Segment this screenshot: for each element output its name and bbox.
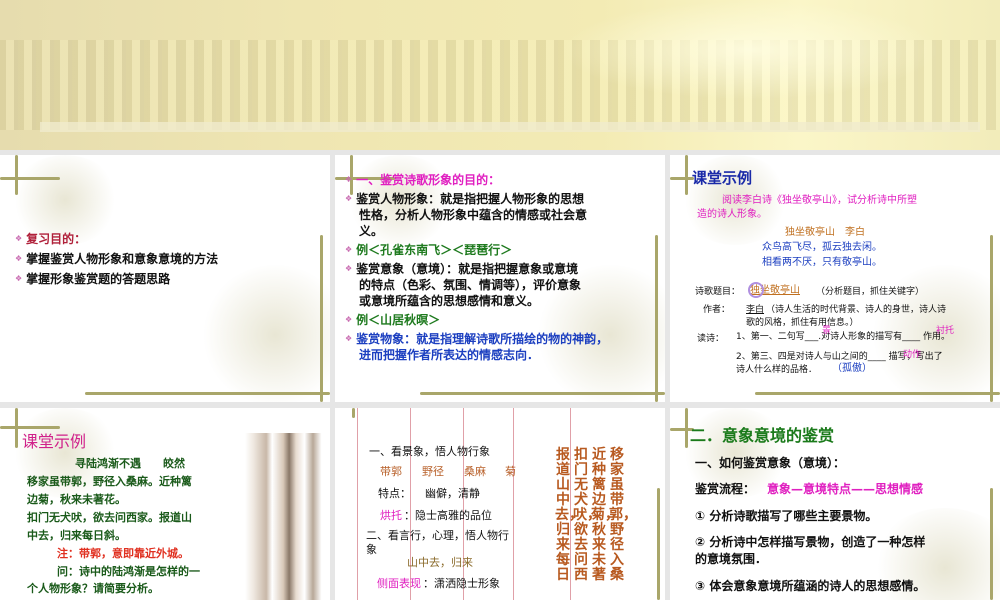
label: 读诗： bbox=[697, 334, 725, 344]
bullet: 复习目的： bbox=[15, 231, 86, 247]
bullet: 鉴赏人物形象：就是指把握人物形象的思想 bbox=[345, 191, 584, 207]
label: 鉴赏流程： bbox=[695, 482, 756, 496]
question: 1、第一、二句写___.对诗人形象的描写有____ 作用。 bbox=[736, 332, 950, 342]
poem-line: 扣门无犬吠，欲去问西家。报道山 bbox=[27, 511, 192, 524]
vertical-poem-column: 报道山中去，归来每日 bbox=[555, 447, 583, 583]
question: 个人物形象？请简要分析。 bbox=[27, 582, 159, 595]
bullet-cont: 性格，分析人物形象中蕴含的情感或社会意 bbox=[359, 208, 588, 222]
bullet-cont: 义。 bbox=[359, 224, 384, 238]
bullet: 例＜孔雀东南飞＞＜琵琶行＞ bbox=[345, 242, 512, 258]
side-text: ：潇洒隐士形象 bbox=[423, 577, 500, 590]
bullet: 掌握形象鉴赏题的答题思路 bbox=[15, 271, 170, 287]
answer: 动作 bbox=[903, 350, 922, 360]
flow: 意象—意境特点——思想情感 bbox=[767, 482, 924, 496]
label: 特点： bbox=[378, 487, 411, 500]
slide-thumbnail-2[interactable]: 一、鉴赏诗歌形象的目的： 鉴赏人物形象：就是指把握人物形象的思想 性格，分析人物… bbox=[335, 155, 665, 402]
image-word: 野径 bbox=[422, 465, 444, 478]
bullet-cont: 进而把握作者所表达的情感志向． bbox=[359, 348, 540, 362]
bamboo-painting bbox=[245, 433, 330, 600]
poem-line: 相看两不厌，只有敬亭山。 bbox=[762, 257, 882, 268]
answer: 景 bbox=[822, 326, 832, 336]
bullet: 掌握鉴赏人物形象和意象意境的方法 bbox=[15, 251, 218, 267]
poem-title: 寻陆鸿渐不遇 皎然 bbox=[75, 457, 185, 470]
label: 侧面表现 bbox=[377, 577, 421, 590]
poem-line: 众鸟高飞尽，孤云独去闲。 bbox=[762, 242, 882, 253]
bullet-cont: 或意境所蕴含的思想感情和意义。 bbox=[359, 294, 540, 308]
vertical-poem-column: 移家虽带郭，野径入桑 bbox=[609, 447, 637, 583]
slide-thumbnail-3[interactable]: 课堂示例 阅读李白诗《独坐敬亭山》，试分析诗中所塑 造的诗人形象。 独坐敬亭山 … bbox=[670, 155, 1000, 402]
poem-line: 边菊，秋来未著花。 bbox=[27, 493, 126, 506]
answer: 衬托 bbox=[936, 326, 955, 336]
image-word: 菊 bbox=[505, 465, 516, 478]
step: ① 分析诗歌描写了哪些主要景物。 bbox=[695, 509, 878, 523]
slide-title: 课堂示例 bbox=[22, 432, 87, 451]
label: 作者： bbox=[703, 305, 731, 315]
slide-thumbnail-5[interactable]: 一、看景象，悟人物行象 带郭 野径 桑麻 菊 特点： 幽僻，清静 烘托 ：隐士高… bbox=[335, 408, 665, 600]
slide-title: 二．意象意境的鉴赏 bbox=[690, 426, 835, 445]
slide-banner-image bbox=[0, 0, 1000, 150]
heading: 二、看言行，心理，悟人物行 bbox=[366, 529, 509, 542]
annotation: 注：带郭，意即靠近外城。 bbox=[57, 547, 189, 560]
bullet-cont: 的特点（色彩、氛围、情调等），评价意象 bbox=[359, 278, 582, 292]
bullet: 鉴赏意象（意境）：就是指把握意象或意境 bbox=[345, 261, 578, 277]
answer: （孤傲） bbox=[832, 363, 872, 374]
bullet: 一、鉴赏诗歌形象的目的： bbox=[345, 172, 500, 188]
image-word: 桑麻 bbox=[464, 465, 486, 478]
slide-thumbnail-6[interactable]: 二．意象意境的鉴赏 一、如何鉴赏意象（意境）： 鉴赏流程： 意象—意境特点——思… bbox=[670, 408, 1000, 600]
image-word: 带郭 bbox=[380, 465, 402, 478]
slide-title: 课堂示例 bbox=[692, 169, 753, 187]
bullet: 例＜山居秋暝＞ bbox=[345, 312, 440, 328]
contrast: ：隐士高雅的品位 bbox=[404, 509, 492, 522]
quote: 山中去，归来 bbox=[407, 556, 473, 569]
vertical-poem-column: 扣门无犬吠，欲去问西 bbox=[573, 447, 601, 583]
question: 诗人什么样的品格． bbox=[736, 365, 818, 375]
step: ② 分析诗中怎样描写景物，创造了一种怎样 bbox=[695, 535, 926, 549]
slide-thumbnail-4[interactable]: 课堂示例 寻陆鸿渐不遇 皎然 移家虽带郭，野径入桑麻。近种篱 边菊，秋来未著花。… bbox=[0, 408, 330, 600]
label: 诗歌题目： bbox=[695, 287, 741, 297]
bullet: 鉴赏物象：就是指理解诗歌所描绘的物的神韵， bbox=[345, 331, 608, 347]
step: ③ 体会意象意境所蕴涵的诗人的思想感情。 bbox=[695, 579, 926, 593]
highlight-circle bbox=[748, 282, 764, 298]
subheading: 一、如何鉴赏意象（意境）： bbox=[695, 456, 846, 470]
label: 烘托 bbox=[380, 509, 402, 522]
heading: 一、看景象，悟人物行象 bbox=[369, 445, 490, 458]
task-text: 造的诗人形象。 bbox=[697, 209, 767, 220]
note: （分析题目，抓住关键字） bbox=[816, 287, 925, 297]
feature: 幽僻，清静 bbox=[425, 487, 480, 500]
question: 问：诗中的陆鸿渐是怎样的一 bbox=[57, 565, 200, 578]
poem-line: 移家虽带郭，野径入桑麻。近种篱 bbox=[27, 475, 192, 488]
poem-title: 独坐敬亭山 李白 bbox=[785, 227, 865, 238]
poem-line: 中去，归来每日斜。 bbox=[27, 529, 126, 542]
vertical-poem-column: 近种篱边菊，秋来未著 bbox=[591, 447, 619, 583]
heading: 象 bbox=[366, 543, 377, 556]
step: 的意境氛围． bbox=[695, 552, 768, 566]
slide-thumbnail-1[interactable]: 复习目的： 掌握鉴赏人物形象和意象意境的方法 掌握形象鉴赏题的答题思路 bbox=[0, 155, 330, 402]
